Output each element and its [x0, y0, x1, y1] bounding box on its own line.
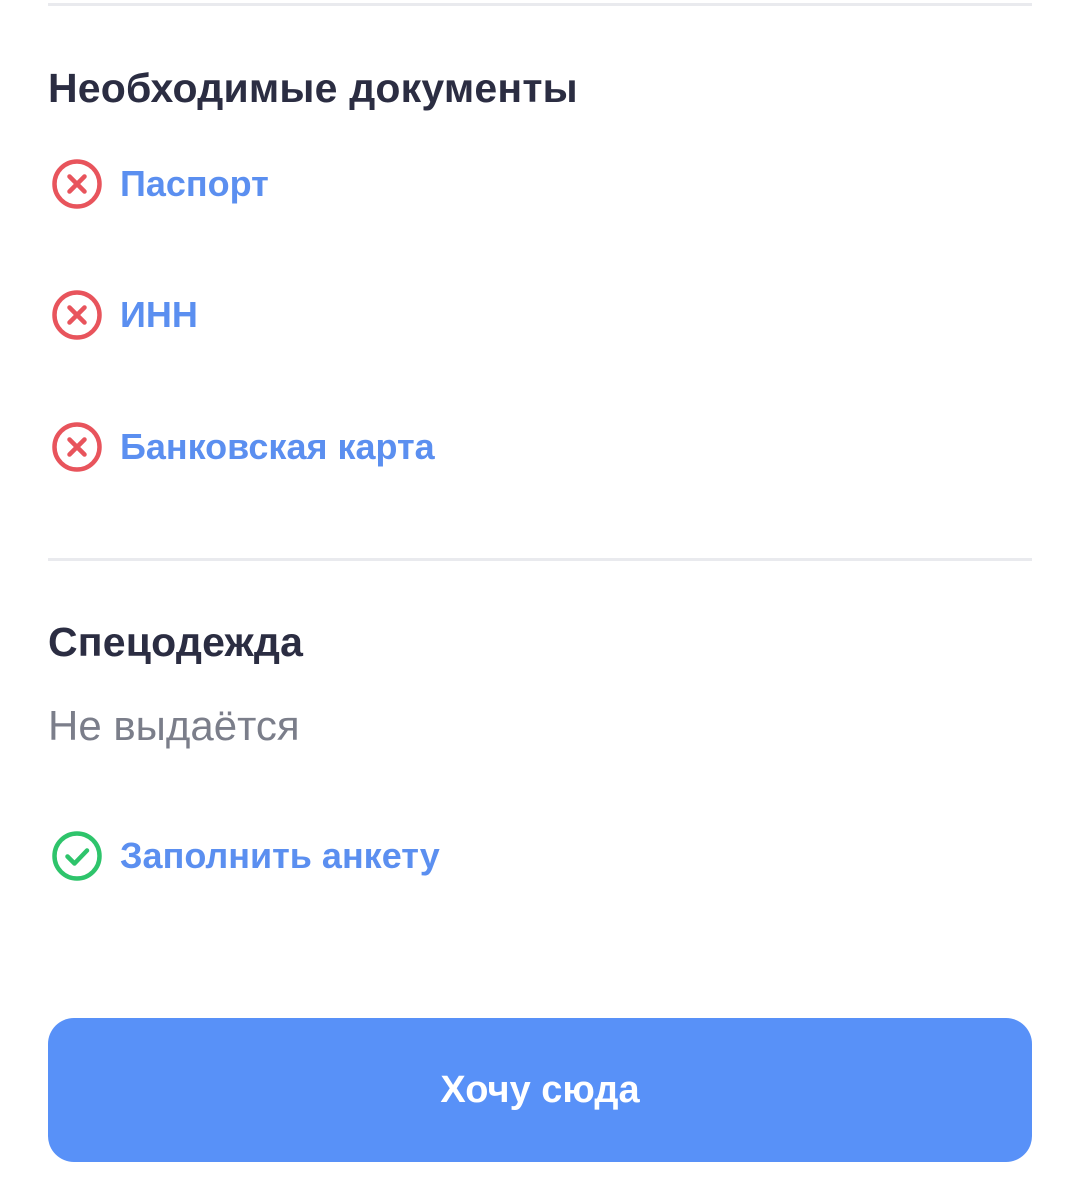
check-circle-icon: [52, 831, 102, 881]
document-label-bank-card[interactable]: Банковская карта: [120, 429, 435, 465]
workwear-value: Не выдаётся: [48, 702, 300, 749]
document-item-inn[interactable]: ИНН: [50, 288, 198, 342]
top-divider: [48, 3, 1032, 6]
section-divider: [48, 558, 1032, 561]
want-here-button[interactable]: Хочу сюда: [48, 1018, 1032, 1162]
workwear-title: Спецодежда: [48, 619, 304, 665]
document-item-passport[interactable]: Паспорт: [50, 157, 269, 211]
fill-questionnaire-item[interactable]: Заполнить анкету: [50, 829, 440, 883]
document-label-inn[interactable]: ИНН: [120, 297, 198, 333]
close-circle-icon: [52, 422, 102, 472]
document-item-bank-card[interactable]: Банковская карта: [50, 420, 435, 474]
document-label-passport[interactable]: Паспорт: [120, 166, 269, 202]
close-circle-icon: [52, 159, 102, 209]
required-documents-title: Необходимые документы: [48, 65, 578, 111]
fill-questionnaire-link[interactable]: Заполнить анкету: [120, 838, 440, 874]
close-circle-icon: [52, 290, 102, 340]
